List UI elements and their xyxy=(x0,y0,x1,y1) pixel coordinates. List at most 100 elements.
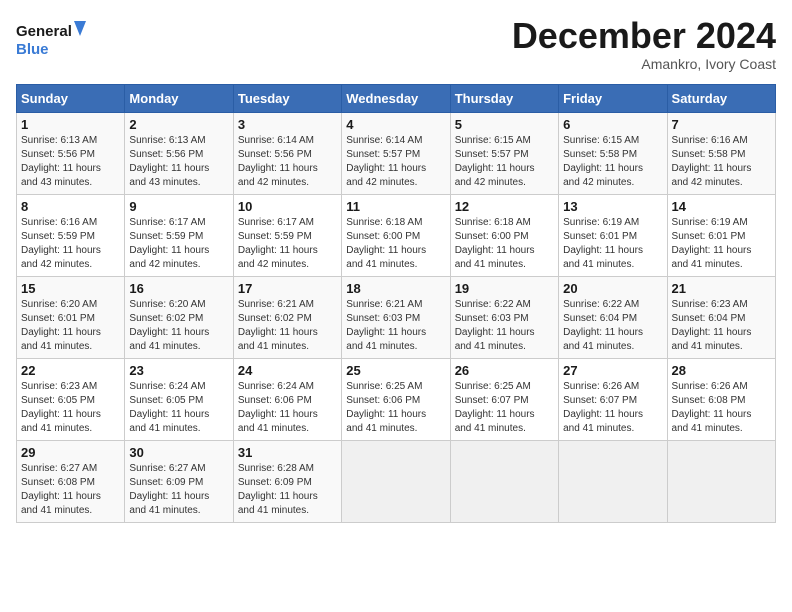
logo-svg: General Blue xyxy=(16,16,86,61)
calendar-cell: 14Sunrise: 6:19 AM Sunset: 6:01 PM Dayli… xyxy=(667,194,775,276)
day-number: 22 xyxy=(21,363,120,378)
day-info: Sunrise: 6:18 AM Sunset: 6:00 PM Dayligh… xyxy=(346,216,445,272)
calendar-cell: 29 Sunrise: 6:27 AM Sunset: 6:08 PM Dayli… xyxy=(17,440,125,522)
day-number: 25 xyxy=(346,363,445,378)
calendar-cell: 6Sunrise: 6:15 AM Sunset: 5:58 PM Daylig… xyxy=(559,112,667,194)
day-info: Sunrise: 6:14 AM Sunset: 5:56 PM Dayligh… xyxy=(238,134,337,190)
calendar-cell: 26 Sunrise: 6:25 AM Sunset: 6:07 PM Dayli… xyxy=(450,358,558,440)
calendar-cell xyxy=(450,440,558,522)
calendar-cell: 12 Sunrise: 6:18 AM Sunset: 6:00 PM Dayli… xyxy=(450,194,558,276)
calendar-cell xyxy=(559,440,667,522)
day-number: 5 xyxy=(455,117,554,132)
day-info: Sunrise: 6:18 AM Sunset: 6:00 PM Dayligh… xyxy=(455,216,554,272)
calendar-cell: 11Sunrise: 6:18 AM Sunset: 6:00 PM Dayli… xyxy=(342,194,450,276)
calendar-cell: 17 Sunrise: 6:21 AM Sunset: 6:02 PM Dayli… xyxy=(233,276,341,358)
col-header-friday: Friday xyxy=(559,84,667,112)
day-info: Sunrise: 6:21 AM Sunset: 6:02 PM Dayligh… xyxy=(238,298,337,354)
day-number: 26 xyxy=(455,363,554,378)
day-info: Sunrise: 6:20 AM Sunset: 6:02 PM Dayligh… xyxy=(129,298,228,354)
day-info: Sunrise: 6:19 AM Sunset: 6:01 PM Dayligh… xyxy=(563,216,662,272)
day-info: Sunrise: 6:17 AM Sunset: 5:59 PM Dayligh… xyxy=(129,216,228,272)
calendar-cell: 24 Sunrise: 6:24 AM Sunset: 6:06 PM Dayli… xyxy=(233,358,341,440)
calendar-cell: 7 Sunrise: 6:16 AM Sunset: 5:58 PM Daylig… xyxy=(667,112,775,194)
day-number: 31 xyxy=(238,445,337,460)
calendar-cell: 5 Sunrise: 6:15 AM Sunset: 5:57 PM Daylig… xyxy=(450,112,558,194)
col-header-wednesday: Wednesday xyxy=(342,84,450,112)
day-number: 3 xyxy=(238,117,337,132)
day-number: 7 xyxy=(672,117,771,132)
day-info: Sunrise: 6:24 AM Sunset: 6:06 PM Dayligh… xyxy=(238,380,337,436)
day-info: Sunrise: 6:26 AM Sunset: 6:07 PM Dayligh… xyxy=(563,380,662,436)
day-number: 14 xyxy=(672,199,771,214)
day-number: 19 xyxy=(455,281,554,296)
day-number: 9 xyxy=(129,199,228,214)
calendar-cell xyxy=(667,440,775,522)
day-number: 8 xyxy=(21,199,120,214)
calendar-week-5: 29 Sunrise: 6:27 AM Sunset: 6:08 PM Dayli… xyxy=(17,440,776,522)
day-info: Sunrise: 6:25 AM Sunset: 6:06 PM Dayligh… xyxy=(346,380,445,436)
calendar-header-row: SundayMondayTuesdayWednesdayThursdayFrid… xyxy=(17,84,776,112)
day-number: 10 xyxy=(238,199,337,214)
day-number: 1 xyxy=(21,117,120,132)
calendar-cell: 1Sunrise: 6:13 AM Sunset: 5:56 PM Daylig… xyxy=(17,112,125,194)
calendar-week-4: 22 Sunrise: 6:23 AM Sunset: 6:05 PM Dayli… xyxy=(17,358,776,440)
day-info: Sunrise: 6:22 AM Sunset: 6:04 PM Dayligh… xyxy=(563,298,662,354)
calendar-cell: 19 Sunrise: 6:22 AM Sunset: 6:03 PM Dayli… xyxy=(450,276,558,358)
calendar-cell: 30 Sunrise: 6:27 AM Sunset: 6:09 PM Dayli… xyxy=(125,440,233,522)
day-number: 18 xyxy=(346,281,445,296)
day-number: 2 xyxy=(129,117,228,132)
day-number: 6 xyxy=(563,117,662,132)
day-info: Sunrise: 6:25 AM Sunset: 6:07 PM Dayligh… xyxy=(455,380,554,436)
day-info: Sunrise: 6:23 AM Sunset: 6:04 PM Dayligh… xyxy=(672,298,771,354)
day-info: Sunrise: 6:15 AM Sunset: 5:57 PM Dayligh… xyxy=(455,134,554,190)
day-info: Sunrise: 6:27 AM Sunset: 6:08 PM Dayligh… xyxy=(21,462,120,518)
calendar-cell: 2 Sunrise: 6:13 AM Sunset: 5:56 PM Daylig… xyxy=(125,112,233,194)
day-number: 29 xyxy=(21,445,120,460)
day-info: Sunrise: 6:14 AM Sunset: 5:57 PM Dayligh… xyxy=(346,134,445,190)
title-block: December 2024 Amankro, Ivory Coast xyxy=(512,16,776,72)
page-header: General Blue December 2024 Amankro, Ivor… xyxy=(16,16,776,72)
day-number: 12 xyxy=(455,199,554,214)
day-number: 17 xyxy=(238,281,337,296)
calendar-cell: 4 Sunrise: 6:14 AM Sunset: 5:57 PM Daylig… xyxy=(342,112,450,194)
col-header-monday: Monday xyxy=(125,84,233,112)
calendar-cell: 22 Sunrise: 6:23 AM Sunset: 6:05 PM Dayli… xyxy=(17,358,125,440)
day-info: Sunrise: 6:28 AM Sunset: 6:09 PM Dayligh… xyxy=(238,462,337,518)
calendar-cell xyxy=(342,440,450,522)
calendar-cell: 28 Sunrise: 6:26 AM Sunset: 6:08 PM Dayli… xyxy=(667,358,775,440)
calendar-cell: 31 Sunrise: 6:28 AM Sunset: 6:09 PM Dayli… xyxy=(233,440,341,522)
col-header-tuesday: Tuesday xyxy=(233,84,341,112)
calendar-cell: 15 Sunrise: 6:20 AM Sunset: 6:01 PM Dayli… xyxy=(17,276,125,358)
svg-text:General: General xyxy=(16,23,72,40)
day-number: 15 xyxy=(21,281,120,296)
svg-text:Blue: Blue xyxy=(16,41,49,58)
calendar-cell: 25 Sunrise: 6:25 AM Sunset: 6:06 PM Dayli… xyxy=(342,358,450,440)
day-info: Sunrise: 6:22 AM Sunset: 6:03 PM Dayligh… xyxy=(455,298,554,354)
day-number: 24 xyxy=(238,363,337,378)
day-number: 4 xyxy=(346,117,445,132)
day-number: 20 xyxy=(563,281,662,296)
day-info: Sunrise: 6:13 AM Sunset: 5:56 PM Dayligh… xyxy=(129,134,228,190)
day-info: Sunrise: 6:23 AM Sunset: 6:05 PM Dayligh… xyxy=(21,380,120,436)
month-title: December 2024 xyxy=(512,16,776,56)
calendar-cell: 8Sunrise: 6:16 AM Sunset: 5:59 PM Daylig… xyxy=(17,194,125,276)
calendar-week-3: 15 Sunrise: 6:20 AM Sunset: 6:01 PM Dayli… xyxy=(17,276,776,358)
day-number: 28 xyxy=(672,363,771,378)
day-info: Sunrise: 6:16 AM Sunset: 5:58 PM Dayligh… xyxy=(672,134,771,190)
calendar-table: SundayMondayTuesdayWednesdayThursdayFrid… xyxy=(16,84,776,523)
day-info: Sunrise: 6:20 AM Sunset: 6:01 PM Dayligh… xyxy=(21,298,120,354)
day-info: Sunrise: 6:17 AM Sunset: 5:59 PM Dayligh… xyxy=(238,216,337,272)
day-number: 16 xyxy=(129,281,228,296)
day-info: Sunrise: 6:21 AM Sunset: 6:03 PM Dayligh… xyxy=(346,298,445,354)
day-number: 27 xyxy=(563,363,662,378)
day-number: 30 xyxy=(129,445,228,460)
day-number: 21 xyxy=(672,281,771,296)
calendar-cell: 13Sunrise: 6:19 AM Sunset: 6:01 PM Dayli… xyxy=(559,194,667,276)
calendar-week-2: 8Sunrise: 6:16 AM Sunset: 5:59 PM Daylig… xyxy=(17,194,776,276)
calendar-cell: 23Sunrise: 6:24 AM Sunset: 6:05 PM Dayli… xyxy=(125,358,233,440)
day-info: Sunrise: 6:26 AM Sunset: 6:08 PM Dayligh… xyxy=(672,380,771,436)
calendar-cell: 16 Sunrise: 6:20 AM Sunset: 6:02 PM Dayli… xyxy=(125,276,233,358)
col-header-saturday: Saturday xyxy=(667,84,775,112)
day-info: Sunrise: 6:27 AM Sunset: 6:09 PM Dayligh… xyxy=(129,462,228,518)
calendar-cell: 9 Sunrise: 6:17 AM Sunset: 5:59 PM Daylig… xyxy=(125,194,233,276)
